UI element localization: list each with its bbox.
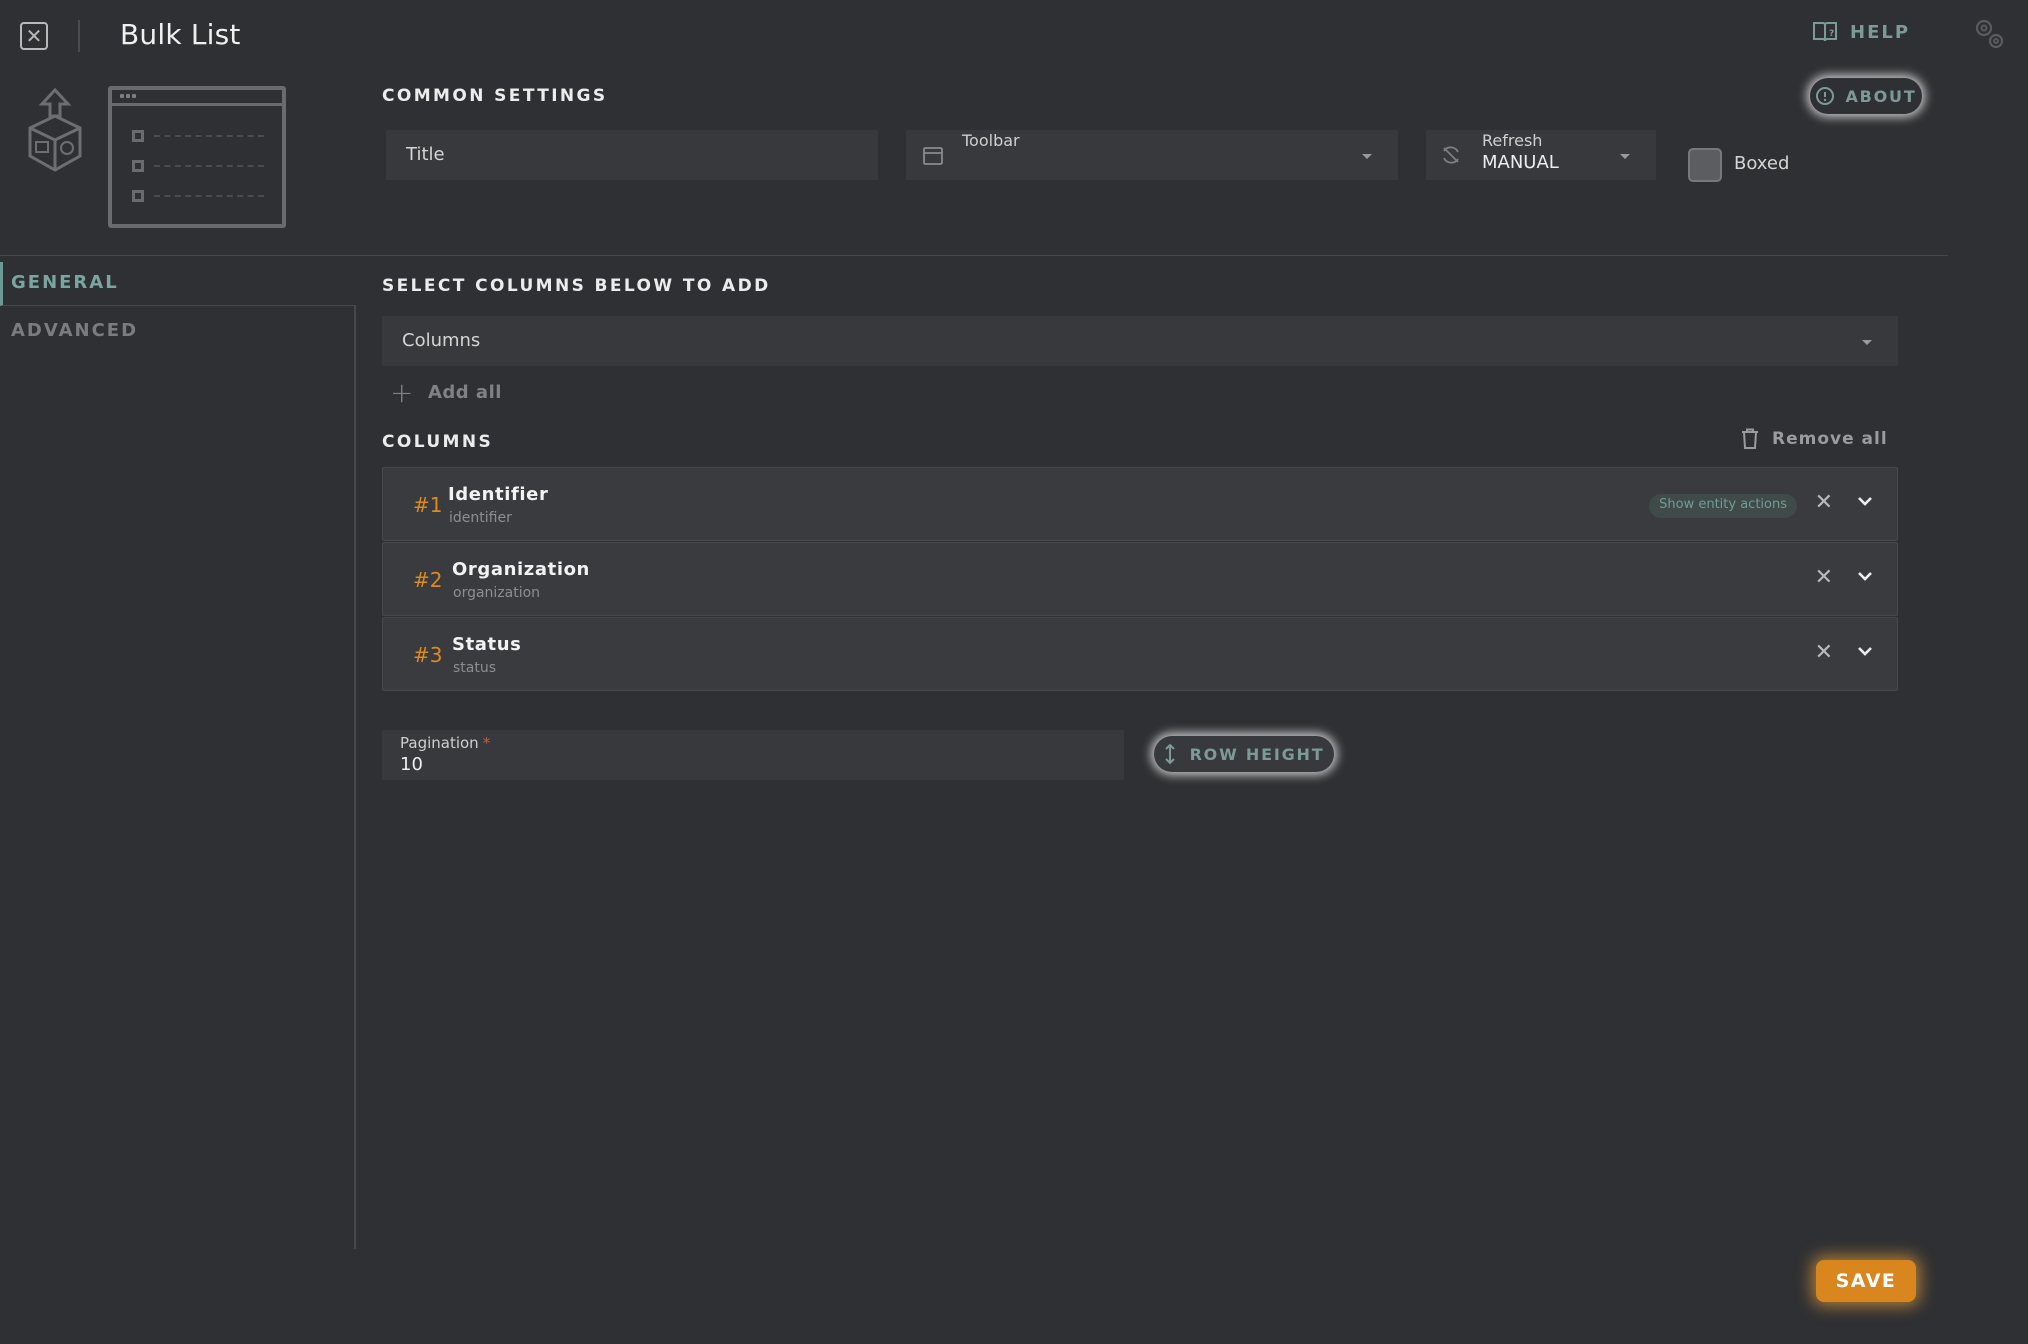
pagination-input[interactable]: Pagination * 10 xyxy=(382,730,1124,780)
plus-icon: + xyxy=(390,376,414,409)
chevron-down-icon[interactable] xyxy=(1855,566,1875,586)
required-mark: * xyxy=(482,734,491,752)
remove-all-label: Remove all xyxy=(1772,429,1888,449)
common-settings-title: COMMON SETTINGS xyxy=(382,86,608,106)
remove-all-button[interactable]: Remove all xyxy=(1740,428,1888,450)
show-entity-actions-badge[interactable]: Show entity actions xyxy=(1649,494,1797,518)
remove-column-icon[interactable]: ✕ xyxy=(1815,640,1833,665)
refresh-select[interactable]: Refresh MANUAL xyxy=(1426,130,1656,180)
help-button[interactable]: ? HELP xyxy=(1812,20,1910,44)
row-height-button[interactable]: ROW HEIGHT xyxy=(1154,736,1334,772)
title-placeholder: Title xyxy=(406,144,445,165)
refresh-label: Refresh xyxy=(1482,131,1543,150)
chevron-down-icon[interactable] xyxy=(1855,491,1875,511)
column-name: Organization xyxy=(452,559,590,580)
column-key: identifier xyxy=(449,510,512,526)
trash-icon xyxy=(1742,428,1758,449)
columns-placeholder: Columns xyxy=(402,330,481,351)
tab-advanced[interactable]: ADVANCED xyxy=(0,316,356,356)
about-button[interactable]: ABOUT xyxy=(1810,78,1922,114)
column-row[interactable]: #3 Status status ✕ xyxy=(382,617,1898,691)
title-input[interactable]: Title xyxy=(386,130,878,180)
toolbar-label: Toolbar xyxy=(962,131,1020,150)
columns-title: COLUMNS xyxy=(382,432,494,452)
about-label: ABOUT xyxy=(1845,86,1917,106)
column-number: #2 xyxy=(413,568,443,592)
refresh-value: MANUAL xyxy=(1482,152,1559,173)
column-row[interactable]: #1 Identifier identifier Show entity act… xyxy=(382,467,1898,541)
select-columns-title: SELECT COLUMNS BELOW TO ADD xyxy=(382,276,771,296)
toolbar-select[interactable]: Toolbar xyxy=(906,130,1398,180)
column-number: #3 xyxy=(413,643,443,667)
columns-select[interactable]: Columns xyxy=(382,316,1898,366)
help-book-icon: ? xyxy=(1813,22,1837,42)
remove-column-icon[interactable]: ✕ xyxy=(1815,565,1833,590)
remove-column-icon[interactable]: ✕ xyxy=(1815,490,1833,515)
info-icon xyxy=(1816,87,1835,105)
boxed-checkbox[interactable] xyxy=(1688,148,1722,182)
pagination-label: Pagination * xyxy=(400,734,491,752)
column-name: Status xyxy=(452,634,522,655)
nav-divider xyxy=(354,305,356,1249)
column-row[interactable]: #2 Organization organization ✕ xyxy=(382,542,1898,616)
row-height-icon xyxy=(1164,743,1175,765)
close-button[interactable]: ✕ xyxy=(20,22,48,50)
column-key: organization xyxy=(453,585,541,601)
header-divider xyxy=(78,20,80,52)
tab-general[interactable]: GENERAL xyxy=(0,262,356,306)
add-all-button[interactable]: + Add all xyxy=(390,376,502,409)
chevron-down-icon[interactable] xyxy=(1855,641,1875,661)
chevron-down-icon xyxy=(1362,154,1372,159)
row-height-label: ROW HEIGHT xyxy=(1189,744,1325,764)
settings-divider xyxy=(0,255,1948,256)
pagination-value: 10 xyxy=(400,754,423,775)
svg-text:?: ? xyxy=(1829,29,1836,39)
column-key: status xyxy=(453,660,497,676)
boxed-label: Boxed xyxy=(1734,153,1790,174)
widget-preview-icon xyxy=(108,86,286,228)
refresh-icon xyxy=(1443,146,1459,164)
chevron-down-icon xyxy=(1862,340,1872,345)
column-number: #1 xyxy=(413,493,443,517)
widget-cube-icon xyxy=(28,88,82,172)
page-title: Bulk List xyxy=(120,18,241,51)
chevron-down-icon xyxy=(1620,154,1630,159)
add-all-label: Add all xyxy=(427,382,502,403)
save-button[interactable]: SAVE xyxy=(1816,1260,1916,1302)
gears-icon[interactable] xyxy=(1972,16,2006,52)
help-label: HELP xyxy=(1850,21,1911,43)
close-icon: ✕ xyxy=(25,24,43,48)
column-name: Identifier xyxy=(448,484,549,505)
toolbar-icon xyxy=(923,147,943,165)
